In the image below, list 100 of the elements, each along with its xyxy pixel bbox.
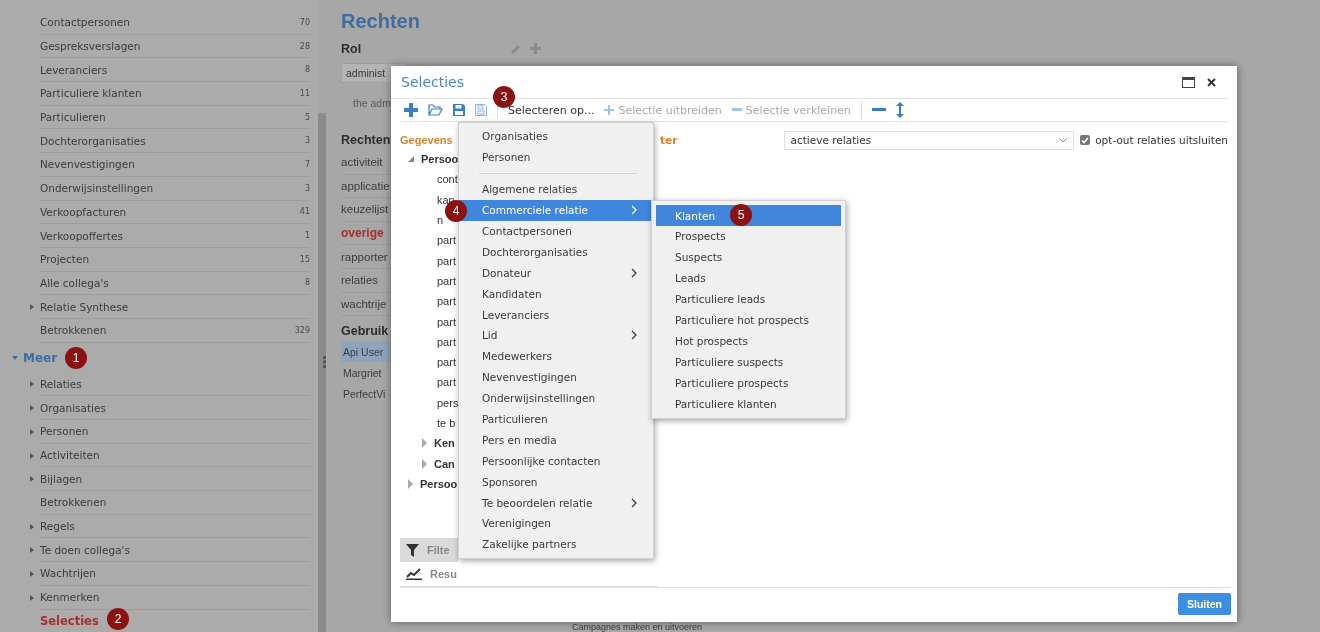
caret-icon[interactable] bbox=[30, 547, 34, 554]
sidebar-item[interactable]: Particuliere klanten bbox=[40, 87, 142, 100]
sidebar-item[interactable]: Te doen collega's bbox=[40, 543, 130, 556]
menu-item[interactable]: Organisaties bbox=[459, 126, 653, 147]
menu-item[interactable]: Particuliere klanten bbox=[656, 393, 841, 414]
tree-item[interactable]: part bbox=[437, 274, 456, 287]
menu-item[interactable]: Particuliere leads bbox=[656, 288, 841, 310]
menu-item[interactable]: Particulieren bbox=[459, 408, 653, 430]
menu-item[interactable]: Sponsoren bbox=[459, 471, 653, 493]
menu-item[interactable]: Contactpersonen bbox=[459, 220, 653, 242]
menu-item[interactable]: Pers en media bbox=[459, 429, 653, 451]
rights-item[interactable]: activiteit bbox=[341, 156, 383, 169]
rights-item[interactable]: applicatie bbox=[341, 179, 390, 192]
maximize-icon[interactable] bbox=[1182, 76, 1195, 88]
tree-item[interactable]: Can bbox=[434, 457, 455, 470]
sidebar-item[interactable]: Bijlagen bbox=[40, 472, 83, 485]
menu-item[interactable]: Algemene relaties bbox=[459, 178, 653, 200]
sidebar-item[interactable]: Organisaties bbox=[40, 401, 106, 414]
checkbox[interactable] bbox=[1080, 135, 1091, 145]
caret-icon[interactable] bbox=[30, 405, 34, 412]
sidebar-item[interactable]: Nevenvestigingen bbox=[40, 158, 135, 171]
menu-item[interactable]: Personen bbox=[459, 146, 653, 168]
caret-icon[interactable] bbox=[30, 476, 34, 483]
vertical-arrow-icon[interactable] bbox=[895, 102, 904, 118]
save-icon[interactable] bbox=[453, 104, 465, 116]
sidebar-item[interactable]: Projecten bbox=[40, 253, 90, 266]
close-icon[interactable] bbox=[1207, 77, 1216, 87]
tree-item[interactable]: Persoo bbox=[421, 153, 459, 166]
tree-item[interactable]: part bbox=[437, 295, 456, 308]
rights-item[interactable]: wachtrije bbox=[341, 297, 387, 310]
menu-item[interactable]: Onderwijsinstellingen bbox=[459, 387, 653, 409]
sidebar-item[interactable]: Relaties bbox=[40, 377, 82, 390]
sidebar-item[interactable]: Activiteiten bbox=[40, 449, 100, 462]
menu-item[interactable]: Particuliere suspects bbox=[656, 351, 841, 373]
caret-icon[interactable] bbox=[30, 428, 34, 435]
sidebar-item[interactable]: Betrokkenen bbox=[40, 496, 107, 509]
sidebar-item[interactable]: Regels bbox=[40, 520, 75, 533]
caret-icon[interactable] bbox=[408, 478, 413, 489]
sidebar-item[interactable]: Verkoopfacturen bbox=[40, 205, 127, 218]
caret-icon[interactable] bbox=[30, 452, 34, 459]
tree-item[interactable]: part bbox=[437, 234, 456, 247]
tree-item[interactable]: cont bbox=[437, 173, 458, 186]
caret-icon[interactable] bbox=[30, 381, 34, 388]
menu-item[interactable]: Dochterorganisaties bbox=[459, 241, 653, 263]
sidebar-item[interactable]: Particulieren bbox=[40, 111, 106, 124]
tree-item[interactable]: n bbox=[437, 214, 444, 227]
tree-item[interactable]: Persoo bbox=[420, 477, 458, 490]
relation-dropdown[interactable]: actieve relaties bbox=[783, 130, 1075, 150]
menu-item[interactable]: Te beoordelen relatie bbox=[459, 492, 653, 514]
sidebar-item[interactable]: Wachtrijen bbox=[40, 567, 96, 580]
scrollbar[interactable] bbox=[318, 113, 326, 632]
sidebar-item[interactable]: Gespreksverslagen bbox=[40, 40, 141, 53]
caret-icon[interactable] bbox=[30, 304, 34, 311]
caret-icon[interactable] bbox=[422, 458, 427, 469]
menu-item[interactable]: Commerciele relatie bbox=[459, 199, 653, 221]
sidebar-item[interactable]: Alle collega's bbox=[40, 276, 109, 289]
menu-item[interactable]: Particuliere prospects bbox=[656, 372, 841, 394]
menu-item[interactable]: Verenigingen bbox=[459, 513, 653, 534]
sidebar-item[interactable]: Onderwijsinstellingen bbox=[40, 182, 154, 195]
rights-item[interactable]: rapporter bbox=[341, 250, 388, 263]
sidebar-item[interactable]: Verkoopoffertes bbox=[40, 229, 123, 242]
caret-icon[interactable] bbox=[422, 438, 427, 449]
tree-item[interactable]: Ken bbox=[434, 437, 455, 450]
sidebar-item[interactable]: Relatie Synthese bbox=[40, 300, 129, 313]
tree-item[interactable]: pers bbox=[437, 396, 459, 409]
menu-item[interactable]: Prospects bbox=[656, 225, 841, 247]
caret-icon[interactable] bbox=[30, 570, 34, 577]
caret-icon[interactable] bbox=[408, 156, 414, 163]
menu-item[interactable]: Zakelijke partners bbox=[459, 533, 653, 555]
menu-item[interactable]: Leveranciers bbox=[459, 304, 653, 325]
tree-item[interactable]: part bbox=[437, 335, 456, 348]
caret-icon[interactable] bbox=[30, 594, 34, 601]
sidebar-item[interactable]: Dochterorganisaties bbox=[40, 134, 146, 147]
caret-icon[interactable] bbox=[30, 523, 34, 530]
menu-item[interactable]: Suspects bbox=[656, 246, 841, 268]
tree-item[interactable]: te b bbox=[437, 417, 456, 429]
panel-tab[interactable]: Resu bbox=[400, 562, 458, 586]
plus-icon[interactable] bbox=[404, 103, 418, 117]
sidebar-item[interactable]: Kenmerken bbox=[40, 591, 100, 604]
menu-item[interactable]: Leads bbox=[656, 267, 841, 289]
sidebar-item[interactable]: Leveranciers bbox=[40, 63, 108, 76]
sidebar-item[interactable]: Personen bbox=[40, 425, 89, 438]
menu-item[interactable]: Kandidaten bbox=[459, 283, 653, 305]
menu-item[interactable]: Particuliere hot prospects bbox=[656, 309, 841, 331]
folder-icon[interactable] bbox=[428, 104, 443, 116]
tree-item[interactable]: part bbox=[437, 315, 456, 328]
tree-item[interactable]: part bbox=[437, 376, 456, 389]
sidebar-item[interactable]: Betrokkenen bbox=[40, 324, 107, 337]
save-icon[interactable] bbox=[475, 104, 487, 116]
caret-icon[interactable] bbox=[12, 355, 18, 360]
menu-item[interactable]: Hot prospects bbox=[656, 330, 841, 352]
menu-item[interactable]: Nevenvestigingen bbox=[459, 366, 653, 388]
rights-item[interactable]: relaties bbox=[341, 274, 379, 287]
sidebar-item[interactable]: Contactpersonen bbox=[40, 16, 130, 29]
menu-item[interactable]: Medewerkers bbox=[459, 345, 653, 367]
tree-item[interactable]: part bbox=[437, 356, 456, 369]
minus-icon[interactable] bbox=[871, 108, 886, 112]
drag-handle-icon[interactable] bbox=[323, 356, 327, 368]
rights-item[interactable]: keuzelijst bbox=[341, 203, 389, 216]
menu-item[interactable]: Persoonlijke contacten bbox=[459, 450, 653, 472]
